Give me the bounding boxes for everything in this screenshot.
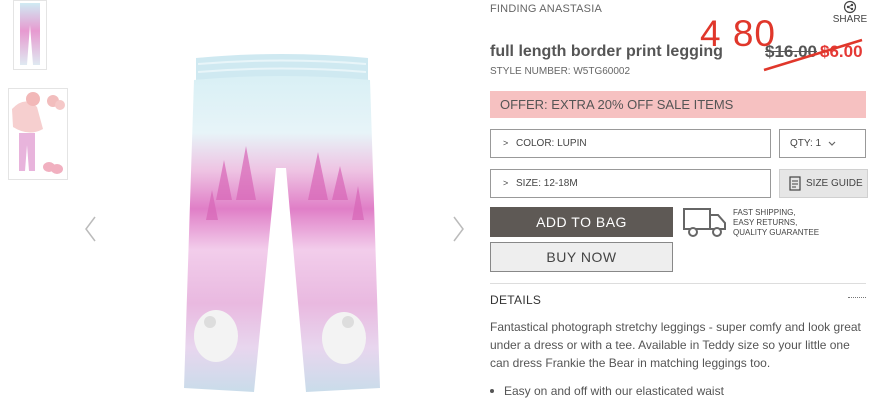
shipping-info: FAST SHIPPING, EASY RETURNS, QUALITY GUA… [733, 208, 819, 238]
size-label: SIZE: 12-18M [516, 178, 578, 189]
shipping-line-1: FAST SHIPPING, [733, 208, 796, 217]
style-number: STYLE NUMBER: W5TG60002 [490, 66, 631, 77]
add-to-bag-button[interactable]: ADD TO BAG [490, 207, 673, 237]
next-image-arrow[interactable] [452, 213, 466, 245]
feature-list-item: Easy on and off with our elasticated wai… [490, 384, 724, 398]
offer-text: OFFER: EXTRA 20% OFF SALE ITEMS [500, 97, 734, 112]
bullet-icon [490, 388, 494, 393]
chevron-down-icon [828, 141, 836, 146]
color-label: COLOR: LUPIN [516, 138, 587, 149]
size-guide-label: SIZE GUIDE [806, 178, 863, 189]
color-selector[interactable]: > COLOR: LUPIN [490, 129, 771, 158]
chevron-right-icon: > [503, 178, 509, 188]
size-selector[interactable]: > SIZE: 12-18M [490, 169, 771, 198]
brand-name[interactable]: FINDING ANASTASIA [490, 3, 602, 15]
document-icon [789, 176, 801, 191]
feature-text: Easy on and off with our elasticated wai… [504, 384, 724, 398]
thumbnail-leggings[interactable] [13, 0, 47, 70]
truck-icon [683, 208, 726, 237]
strikeout-annotation [763, 38, 863, 72]
product-title: full length border print legging [490, 43, 723, 60]
product-image [176, 50, 388, 403]
share-button[interactable]: SHARE [830, 0, 870, 25]
thumbnail-outfit[interactable] [8, 88, 68, 180]
details-heading[interactable]: DETAILS [490, 293, 541, 307]
quantity-selector[interactable]: QTY: 1 [779, 129, 866, 158]
divider [490, 283, 866, 284]
size-guide-button[interactable]: SIZE GUIDE [779, 169, 868, 198]
share-label: SHARE [832, 14, 868, 25]
offer-banner: OFFER: EXTRA 20% OFF SALE ITEMS [490, 91, 866, 118]
previous-image-arrow[interactable] [83, 213, 97, 245]
chevron-right-icon: > [503, 138, 509, 148]
details-toggle[interactable] [848, 297, 866, 298]
shipping-line-3: QUALITY GUARANTEE [733, 228, 820, 237]
share-icon [843, 0, 857, 14]
quantity-label: QTY: 1 [790, 138, 822, 149]
product-description: Fantastical photograph stretchy leggings… [490, 320, 861, 370]
shipping-line-2: EASY RETURNS, [733, 218, 798, 227]
buy-now-button[interactable]: BUY NOW [490, 242, 673, 272]
